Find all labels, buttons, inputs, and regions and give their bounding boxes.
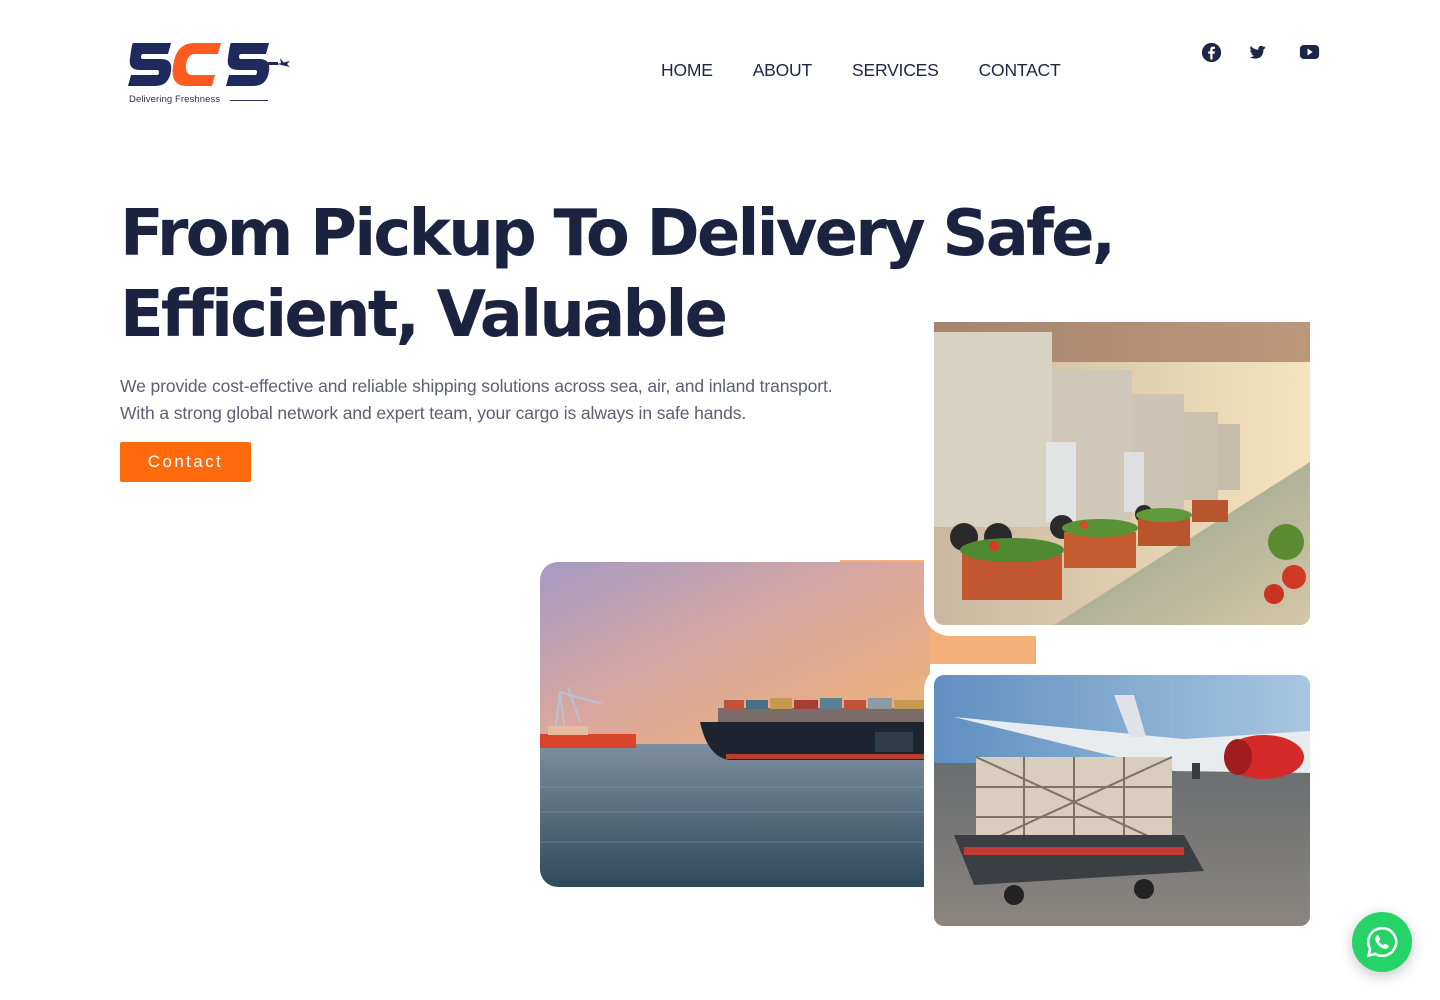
refrigerated-trucks-photo [934,322,1310,625]
youtube-icon[interactable] [1297,40,1321,64]
container-ship-photo [540,562,930,887]
nav-item-home[interactable]: HOME [661,59,713,81]
contact-button[interactable]: Contact [120,442,251,482]
whatsapp-button[interactable] [1352,912,1412,972]
tagline-rule [230,100,268,101]
nav-item-contact[interactable]: CONTACT [979,59,1061,81]
hero-title-line-1: From Pickup To Delivery Safe, [120,197,1116,271]
main-nav: HOME ABOUT SERVICES CONTACT [661,59,1061,81]
air-cargo-photo [934,675,1310,926]
nav-item-about[interactable]: ABOUT [753,59,812,81]
nav-item-services[interactable]: SERVICES [852,59,939,81]
hero-description: We provide cost-effective and reliable s… [120,373,920,427]
facebook-icon[interactable] [1199,40,1223,64]
hero-description-line-2: With a strong global network and expert … [120,403,747,423]
whatsapp-icon [1366,926,1398,958]
twitter-icon[interactable] [1248,40,1272,64]
brand-logo[interactable]: Delivering Freshness [127,40,292,110]
brand-tagline: Delivering Freshness [129,94,221,105]
scs-logo-mark [128,43,290,86]
hero-description-line-1: We provide cost-effective and reliable s… [120,376,833,396]
social-links [1199,40,1321,64]
